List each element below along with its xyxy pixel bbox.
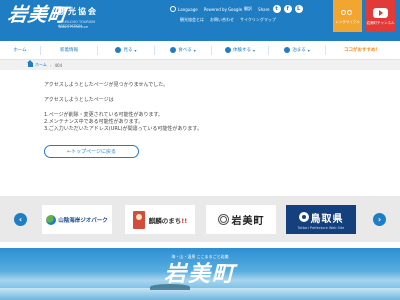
google-label: Google xyxy=(227,6,243,12)
food-icon xyxy=(170,47,177,53)
util-link-contact[interactable]: お問い合わせ xyxy=(210,17,234,23)
google-translate-widget[interactable]: Powered by Google 翻訳 xyxy=(204,6,252,12)
breadcrumb-home-link[interactable]: ホーム xyxy=(35,62,47,68)
banner-iwami-label: 岩美町 xyxy=(231,216,265,227)
tottori-mark-icon xyxy=(298,212,309,222)
carousel-next-button[interactable]: › xyxy=(373,213,386,226)
chevron-down-icon: ▾ xyxy=(307,47,310,53)
experience-icon xyxy=(224,47,231,53)
sea-image xyxy=(0,288,400,300)
footer-logo[interactable]: 岩美町 xyxy=(0,262,400,286)
banner-kirin-label: 麒麟のまち!! xyxy=(149,215,187,225)
back-to-top-button[interactable]: ←トップページに戻る xyxy=(44,145,139,158)
geopark-logo-icon xyxy=(46,214,57,225)
nav-see-label: 見る xyxy=(123,48,133,53)
banner-tottori-row: 鳥取県 xyxy=(298,210,344,225)
rental-cycle-label: レンタサイクル xyxy=(335,20,360,24)
youtube-channel-button[interactable]: 岩美町チャンネル xyxy=(366,0,395,32)
nav-eat-label: 食べる xyxy=(178,48,192,53)
home-icon xyxy=(27,60,33,67)
globe-icon xyxy=(170,6,176,12)
language-label: Language xyxy=(178,6,198,12)
line-icon[interactable]: L xyxy=(294,5,303,13)
chevron-down-icon: ▾ xyxy=(193,47,196,53)
site-logo[interactable]: 岩美町 観光協会 IWAMI-CHO TOURISM ASSOCIATION T… xyxy=(6,3,100,37)
youtube-channel-label: 岩美町チャンネル xyxy=(366,20,395,25)
banner-kirin[interactable]: 麒麟のまち!! xyxy=(125,205,195,234)
nav-stay-label: 泊まる xyxy=(292,48,306,53)
nav-item-news[interactable]: 新着情報 xyxy=(41,41,97,60)
facebook-icon[interactable]: f xyxy=(283,5,292,13)
kirin-mascot-icon xyxy=(132,210,145,229)
message-reason-2: 2.メンテナンス中である可能性があります。 xyxy=(44,119,144,125)
banner-carousel: ‹ 山陰海岸ジオパーク 麒麟のまち!! 岩美町 鳥取県 Tottori Pref… xyxy=(0,196,400,242)
breadcrumb-current: 404 xyxy=(54,62,63,68)
camera-icon xyxy=(115,47,122,53)
banner-geopark-label: 山陰海岸ジオパーク xyxy=(58,217,108,224)
utility-row-top: Language Powered by Google 翻訳 Share t f … xyxy=(170,5,306,13)
utility-row-bottom: 観光協会とは お問い合わせ サイクリングマップ xyxy=(180,16,282,24)
nav-item-experience[interactable]: 体験する ▾ xyxy=(212,41,268,60)
message-reason-3: 3.ご入力いただいたアドレス(URL)が間違っている可能性があります。 xyxy=(44,126,202,132)
nav-home-label: ホーム xyxy=(13,48,27,53)
util-link-about[interactable]: 観光協会とは xyxy=(180,17,204,23)
site-header: 岩美町 観光協会 IWAMI-CHO TOURISM ASSOCIATION T… xyxy=(0,0,400,41)
global-nav: ホーム 新着情報 見る ▾ 食べる ▾ 体験する ▾ 泊まる ▾ ココがおすすめ… xyxy=(0,41,400,60)
banner-kirin-text: 麒麟のまち xyxy=(148,216,182,225)
breadcrumb-separator: › xyxy=(49,62,52,68)
share-label: Share xyxy=(258,6,270,12)
nav-item-home[interactable]: ホーム xyxy=(0,41,40,60)
twitter-icon[interactable]: t xyxy=(272,5,281,13)
banner-tottori[interactable]: 鳥取県 Tottori Prefecture Web Site xyxy=(286,205,356,234)
nav-experience-label: 体験する xyxy=(232,48,251,53)
nav-item-eat[interactable]: 食べる ▾ xyxy=(155,41,211,60)
footer-hero: 海・山・温泉 ここまるごと岩美 岩美町 xyxy=(0,248,400,300)
nav-item-see[interactable]: 見る ▾ xyxy=(98,41,154,60)
language-selector[interactable]: Language xyxy=(170,6,198,12)
bicycle-icon xyxy=(340,8,355,17)
util-link-cycling-map[interactable]: サイクリングマップ xyxy=(240,17,276,23)
logo-association-text: 観光協会 xyxy=(58,7,98,16)
chevron-down-icon: ▾ xyxy=(134,47,137,53)
banner-tottori-sub: Tottori Prefecture Web Site xyxy=(297,225,345,230)
iwami-seal-icon xyxy=(217,214,229,225)
message-reason-1: 1.ページが削除・変更されている可能性があります。 xyxy=(44,112,164,118)
banner-iwami[interactable]: 岩美町 xyxy=(206,205,276,234)
banner-tottori-label: 鳥取県 xyxy=(310,213,344,225)
banner-geopark[interactable]: 山陰海岸ジオパーク xyxy=(42,205,112,234)
rental-cycle-button[interactable]: レンタサイクル xyxy=(333,0,362,32)
carousel-prev-button[interactable]: ‹ xyxy=(14,213,27,226)
bed-icon xyxy=(284,47,291,53)
nav-news-label: 新着情報 xyxy=(60,48,78,53)
logo-prefecture-text: Tottori Prefecture xyxy=(58,25,89,29)
footer-tagline: 海・山・温泉 ここまるごと岩美 xyxy=(171,254,229,259)
breadcrumb: ホーム › 404 xyxy=(0,60,400,70)
nav-item-recommend[interactable]: ココがおすすめ！ xyxy=(326,41,398,60)
translate-label: 翻訳 xyxy=(244,6,253,11)
chevron-down-icon: ▾ xyxy=(252,47,255,53)
banner-kirin-mark: !! xyxy=(181,216,188,225)
message-intro: アクセスしようとしたページは xyxy=(44,97,114,103)
nav-recommend-label: ココがおすすめ！ xyxy=(344,48,380,53)
youtube-icon xyxy=(373,7,388,18)
message-not-found: アクセスしようとしたページが見つかりませんでした。 xyxy=(44,82,169,88)
nav-item-stay[interactable]: 泊まる ▾ xyxy=(269,41,325,60)
powered-by-label: Powered by xyxy=(203,6,227,12)
